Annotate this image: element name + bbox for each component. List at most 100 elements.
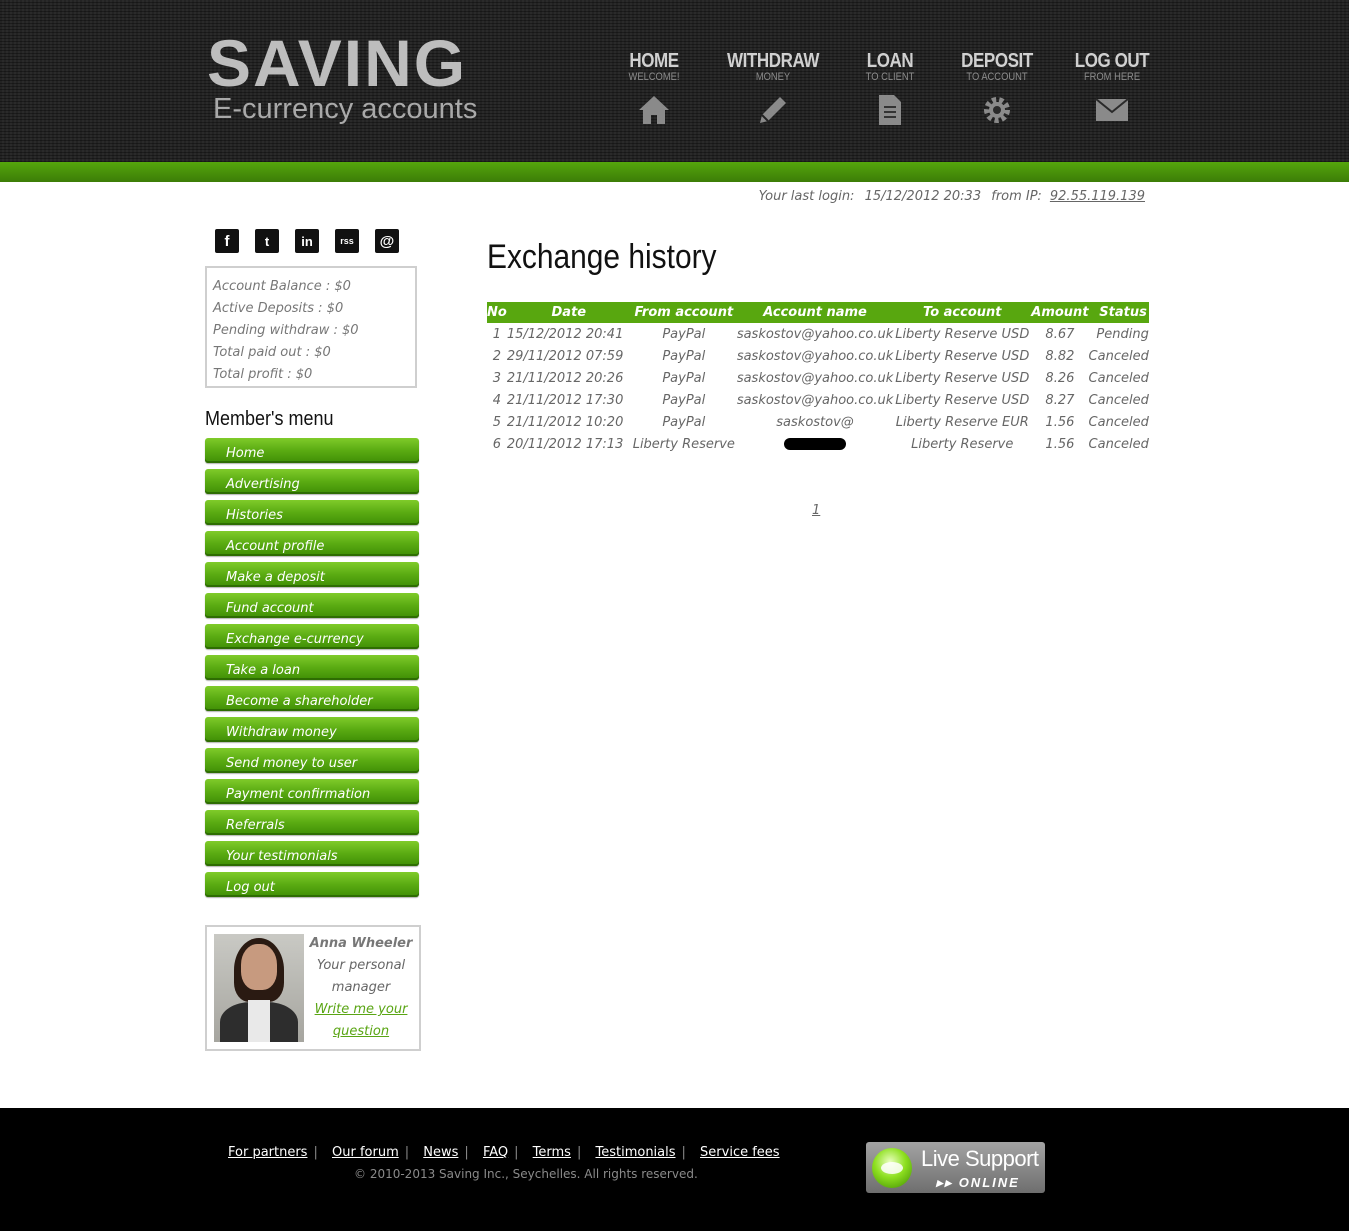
facebook-glyph: f (224, 232, 230, 250)
live-support-status: ▸▸ ONLINE (936, 1175, 1020, 1191)
menu-item-histories[interactable]: Histories (205, 500, 419, 525)
manager-info: Anna Wheeler Your personal manager Write… (309, 933, 413, 1043)
copyright: © 2010-2013 Saving Inc., Seychelles. All… (354, 1167, 698, 1181)
logo-title: SAVING (207, 26, 468, 100)
linkedin-icon[interactable]: in (295, 229, 319, 253)
footer-link-faq[interactable]: FAQ (483, 1145, 508, 1160)
linkedin-glyph: in (301, 233, 313, 249)
footer-link-testimonials[interactable]: Testimonials (595, 1145, 675, 1160)
cell-date: 21/11/2012 20:26 (506, 370, 624, 386)
nav-loan[interactable]: LOAN TO CLIENT (835, 50, 945, 127)
nav-home[interactable]: HOME WELCOME! (599, 50, 709, 127)
account-balance: Account Balance : $0 (213, 279, 351, 294)
cell-account-name: saskostov@yahoo.co.uk (736, 392, 894, 408)
footer-link-service-fees[interactable]: Service fees (700, 1145, 780, 1160)
menu-item-home[interactable]: Home (205, 438, 419, 463)
nav-withdraw-sublabel: MONEY (755, 71, 791, 83)
facebook-icon[interactable]: f (215, 229, 239, 253)
cell-account-name: saskostov@yahoo.co.uk (736, 348, 894, 364)
menu-item-testimonials[interactable]: Your testimonials (205, 841, 419, 866)
menu-item-log-out[interactable]: Log out (205, 872, 419, 897)
last-login-datetime: 15/12/2012 20:33 (864, 189, 982, 204)
menu-item-payment-confirmation[interactable]: Payment confirmation (205, 779, 419, 804)
footer-link-news[interactable]: News (423, 1145, 458, 1160)
table-row: 1 15/12/2012 20:41 PayPal saskostov@yaho… (487, 323, 1149, 345)
cell-to-account: Liberty Reserve EUR (895, 414, 1029, 430)
cell-amount: 1.56 (1045, 436, 1075, 452)
footer-separator: | (464, 1145, 469, 1160)
site-logo[interactable]: SAVING E-currency accounts (207, 26, 477, 124)
write-question-link-2[interactable]: question (333, 1024, 389, 1039)
account-summary: Account Balance : $0 Active Deposits : $… (205, 266, 417, 388)
cell-amount: 8.82 (1045, 348, 1075, 364)
cell-status: Canceled (1088, 348, 1149, 364)
menu-item-become-shareholder[interactable]: Become a shareholder (205, 686, 419, 711)
pagination-page-1[interactable]: 1 (812, 503, 820, 518)
footer-separator: | (404, 1145, 410, 1160)
live-support-icon (872, 1148, 912, 1188)
menu-item-fund-account[interactable]: Fund account (205, 593, 419, 618)
cell-date: 29/11/2012 07:59 (506, 348, 624, 364)
cell-status: Canceled (1088, 414, 1149, 430)
live-support-title: Live Support (921, 1146, 1039, 1171)
write-question-link[interactable]: Write me your (315, 1002, 408, 1017)
nav-logout-sublabel: FROM HERE (1083, 71, 1141, 83)
cell-to-account: Liberty Reserve USD (895, 348, 1030, 364)
last-login-ip: 92.55.119.139 (1049, 189, 1145, 204)
footer-links: For partners | Our forum | News | FAQ | Term… (228, 1145, 780, 1160)
nav-logout[interactable]: LOG OUT FROM HERE (1057, 50, 1167, 127)
page-title: Exchange history (487, 238, 717, 276)
nav-withdraw[interactable]: WITHDRAW MONEY (718, 50, 828, 127)
nav-logout-label: LOG OUT (1074, 50, 1150, 72)
nav-loan-label: LOAN (866, 50, 914, 72)
live-support-status-text: ONLINE (958, 1175, 1020, 1190)
document-icon (835, 93, 945, 127)
envelope-icon (1057, 93, 1167, 127)
cell-account-name: saskostov@ (776, 414, 854, 430)
nav-deposit-sublabel: TO ACCOUNT (966, 71, 1028, 83)
col-header-account-name: Account name (736, 302, 894, 323)
table-header-row: No Date From account Account name To acc… (487, 302, 1149, 323)
cell-to-account: Liberty Reserve (911, 436, 1014, 452)
col-header-amount: Amount (1031, 302, 1089, 323)
cell-no: 3 (492, 370, 502, 386)
pencil-icon (718, 93, 828, 127)
nav-deposit[interactable]: DEPOSIT TO ACCOUNT (942, 50, 1052, 127)
cell-no: 5 (492, 414, 502, 430)
menu-item-advertising[interactable]: Advertising (205, 469, 419, 494)
table-row: 5 21/11/2012 10:20 PayPal saskostov@ Lib… (487, 411, 1149, 433)
live-support-button[interactable]: Live Support ▸▸ ONLINE (866, 1142, 1045, 1193)
col-header-from-account: From account (630, 302, 737, 323)
menu-item-exchange-ecurrency[interactable]: Exchange e-currency (205, 624, 419, 649)
cell-amount: 1.56 (1045, 414, 1075, 430)
col-header-date: Date (506, 302, 631, 323)
twitter-glyph: t (264, 233, 270, 249)
cell-status: Canceled (1088, 392, 1149, 408)
menu-item-account-profile[interactable]: Account profile (205, 531, 419, 556)
cell-no: 4 (492, 392, 502, 408)
menu-item-withdraw-money[interactable]: Withdraw money (205, 717, 419, 742)
cell-account-name: saskostov@yahoo.co.uk (736, 326, 894, 342)
rss-icon[interactable]: rss (335, 229, 359, 253)
menu-item-make-deposit[interactable]: Make a deposit (205, 562, 419, 587)
pending-withdraw: Pending withdraw : $0 (213, 323, 359, 338)
menu-item-take-loan[interactable]: Take a loan (205, 655, 419, 680)
col-header-no: No (487, 302, 507, 323)
cell-from-account: PayPal (662, 392, 706, 408)
cell-from-account: PayPal (662, 326, 706, 342)
cell-status: Pending (1096, 326, 1149, 342)
email-icon[interactable]: @ (375, 229, 399, 253)
nav-home-sublabel: WELCOME! (628, 71, 680, 83)
menu-item-send-money[interactable]: Send money to user (205, 748, 419, 773)
nav-loan-sublabel: TO CLIENT (865, 71, 915, 83)
total-paid-out: Total paid out : $0 (213, 345, 331, 360)
twitter-icon[interactable]: t (255, 229, 279, 253)
menu-item-referrals[interactable]: Referrals (205, 810, 419, 835)
gear-icon (942, 93, 1052, 127)
footer-link-terms[interactable]: Terms (533, 1145, 571, 1160)
footer-separator: | (576, 1145, 582, 1160)
cell-to-account: Liberty Reserve USD (895, 392, 1030, 408)
social-links: f t in rss @ (215, 229, 399, 253)
footer-link-partners[interactable]: For partners (228, 1145, 307, 1160)
footer-link-forum[interactable]: Our forum (332, 1145, 399, 1160)
